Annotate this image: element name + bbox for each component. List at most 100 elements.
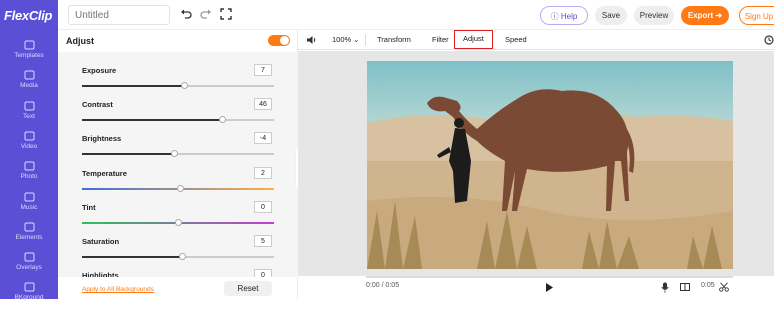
templates-icon [24,40,34,50]
contrast-label: Contrast [82,100,113,110]
seek-track[interactable] [366,276,733,278]
sidebar-item-label: Music [20,203,38,211]
contrast-slider-handle[interactable] [219,116,227,124]
microphone-icon[interactable] [661,282,669,293]
tab-adjust[interactable]: Adjust [454,30,493,49]
brightness-slider[interactable] [82,150,274,158]
temperature-slider-handle[interactable] [176,184,184,192]
tab-filter[interactable]: Filter [432,30,449,50]
highlights-label: Highlights [82,271,119,277]
background-icon [24,282,34,292]
saturation-slider-handle[interactable] [178,253,186,260]
exposure-label: Exposure [82,66,117,75]
elements-icon [24,222,34,232]
fullscreen-icon[interactable] [220,8,232,20]
export-button[interactable]: Export ➜ [681,6,729,25]
sidebar-item-label: Video [20,142,38,150]
adjust-row-tint: Tint 0 [82,200,274,235]
sidebar-item-label: Text [23,112,35,120]
adjust-panel: Adjust Exposure 7 Contrast 46 Brightness -4 Te… [58,30,298,299]
adjust-row-highlights: Highlights 0 [82,269,274,277]
app-logo[interactable]: FlexClip [4,8,52,23]
contrast-slider[interactable] [82,116,274,124]
preview-button[interactable]: Preview [634,6,674,25]
contrast-value-input[interactable]: 46 [254,98,272,111]
clock-icon[interactable] [764,35,774,45]
chevron-down-icon: ⌄ [351,35,360,44]
temperature-slider[interactable] [82,184,274,192]
photo-icon [24,161,34,171]
tab-transform[interactable]: Transform [377,30,411,50]
preview-canvas [298,51,774,276]
tint-value-input[interactable]: 0 [254,200,272,213]
brightness-slider-handle[interactable] [171,150,179,158]
toolbar-divider [365,34,366,46]
redo-icon[interactable] [200,8,212,20]
editor-toolbar: 100% ⌄ Transform Filter Adjust Speed [298,30,774,50]
sign-up-button[interactable]: Sign Up [739,6,774,25]
brightness-label: Brightness [82,134,122,144]
contrast-slider-fill [82,119,223,122]
exposure-slider[interactable] [82,82,274,89]
sidebar-item-video[interactable]: Video [0,131,58,161]
adjust-row-contrast: Contrast 46 [82,98,274,132]
exposure-value-input[interactable]: 7 [254,64,272,76]
saturation-slider[interactable] [82,253,274,260]
volume-icon[interactable] [306,35,317,45]
sidebar-item-bkground[interactable]: BKground [0,282,58,312]
adjust-row-brightness: Brightness -4 [82,132,274,166]
help-icon: ⓘ [550,12,561,21]
sidebar: FlexClip Templates Media Text Video Photo Mus… [0,0,58,301]
panel-title: Adjust [66,36,94,46]
tint-slider-handle[interactable] [175,218,182,226]
duration-time: 0:05 [701,282,715,289]
music-icon [24,192,34,201]
sidebar-item-label: Templates [14,52,44,59]
top-bar: ⓘ Help Save Preview Export ➜ Sign Up [58,0,774,30]
saturation-value-input[interactable]: 5 [254,235,272,247]
caption-icon[interactable] [680,282,690,292]
tint-slider[interactable] [82,218,274,226]
zoom-select[interactable]: 100% ⌄ [332,30,360,50]
adjust-row-saturation: Saturation 5 [82,235,274,269]
sidebar-item-label: Overlays [16,264,42,272]
sidebar-item-elements[interactable]: Elements [0,222,58,252]
tab-speed[interactable]: Speed [505,30,527,50]
temperature-value-input[interactable]: 2 [254,166,272,179]
overlays-icon [24,252,34,262]
sidebar-item-text[interactable]: Text [0,101,58,131]
reset-button[interactable]: Reset [224,281,272,296]
play-icon[interactable] [545,282,554,293]
sidebar-item-label: BKground [14,294,44,302]
current-time: 0:00 / 0:05 [366,282,400,289]
arrow-right-icon: ➜ [713,11,723,20]
sidebar-item-label: Photo [20,173,38,181]
highlights-value-input[interactable]: 0 [254,269,272,277]
brightness-value-input[interactable]: -4 [254,132,272,145]
sidebar-item-media[interactable]: Media [0,70,58,100]
saturation-label: Saturation [82,237,120,246]
sidebar-item-templates[interactable]: Templates [0,40,58,70]
adjust-row-temperature: Temperature 2 [82,166,274,201]
temperature-label: Temperature [82,168,127,178]
media-icon [24,70,34,80]
adjust-row-exposure: Exposure 7 [82,64,274,98]
undo-icon[interactable] [180,8,192,20]
sidebar-item-label: Media [20,82,38,90]
sidebar-item-photo[interactable]: Photo [0,161,58,191]
sidebar-item-label: Elements [15,233,43,241]
video-icon [24,131,34,141]
project-title-input[interactable] [68,5,170,25]
save-button[interactable]: Save [595,6,627,25]
saturation-slider-fill [82,256,182,258]
apply-to-all-link[interactable]: Apply to All Backgrounds [82,286,154,293]
adjust-list[interactable]: Exposure 7 Contrast 46 Brightness -4 Temperatu… [58,52,298,277]
sidebar-item-overlays[interactable]: Overlays [0,252,58,282]
adjust-toggle[interactable] [268,35,290,46]
sidebar-item-music[interactable]: Music [0,192,58,222]
camel-photo[interactable] [367,61,733,269]
help-button[interactable]: ⓘ Help [540,6,588,25]
exposure-slider-handle[interactable] [180,82,188,89]
text-icon [24,101,34,111]
scissors-icon[interactable] [719,282,729,292]
